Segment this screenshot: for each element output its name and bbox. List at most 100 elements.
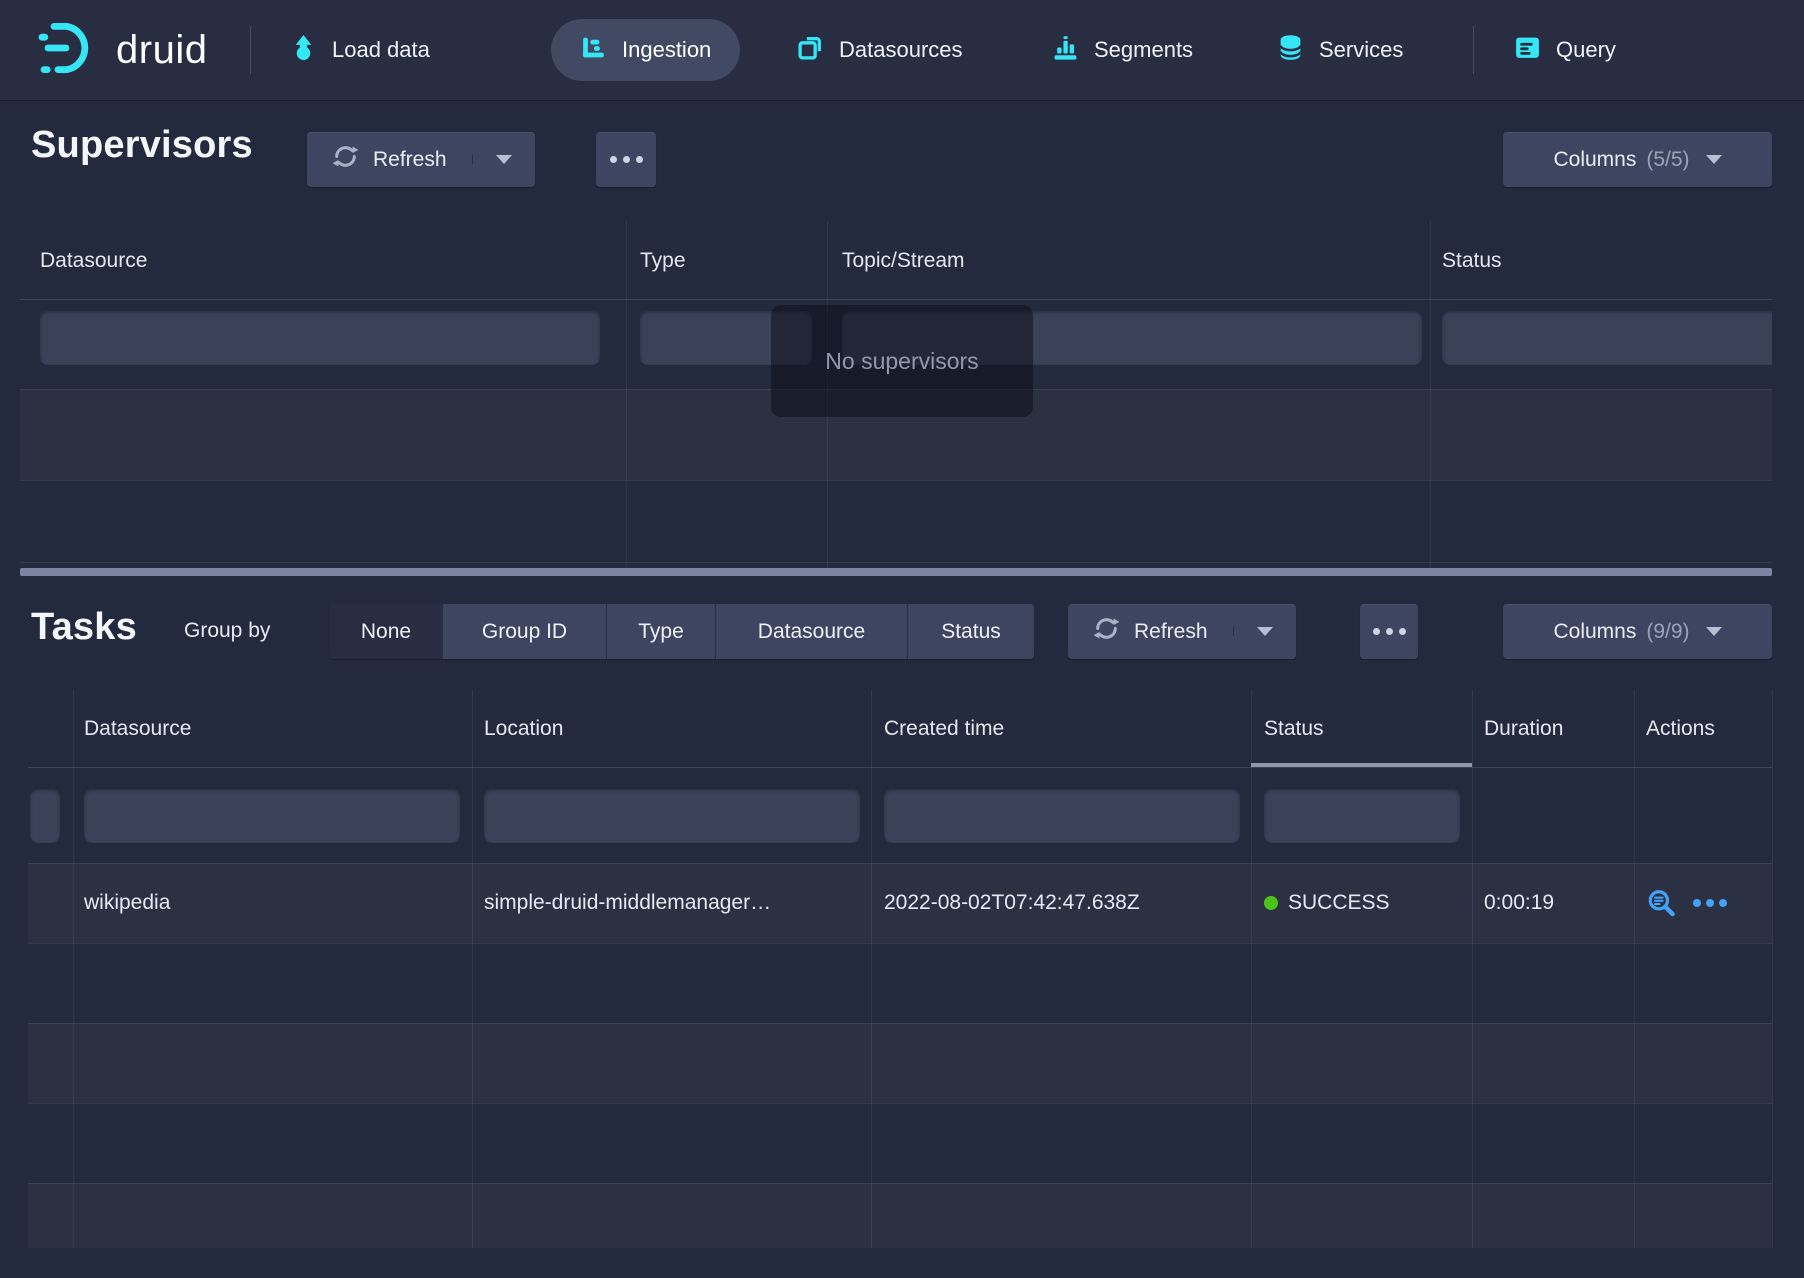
nav-query[interactable]: Query — [1514, 0, 1616, 100]
column-header-type[interactable]: Type — [640, 249, 686, 273]
column-header-status[interactable]: Status — [1442, 249, 1502, 273]
refresh-icon — [1093, 615, 1120, 648]
druid-console: druid Load data Ingestion — [0, 0, 1804, 1278]
supervisors-columns-button[interactable]: Columns (5/5) — [1503, 132, 1772, 187]
tasks-filter-datasource[interactable] — [84, 789, 460, 843]
row-divider — [28, 1023, 1772, 1024]
navbar-divider — [1473, 26, 1474, 74]
row-divider — [20, 480, 1772, 481]
column-divider — [1251, 690, 1252, 1248]
no-supervisors-message: No supervisors — [771, 305, 1033, 417]
task-cell-duration: 0:00:19 — [1484, 863, 1624, 943]
supervisors-more-button[interactable] — [596, 132, 656, 187]
tasks-filter-location[interactable] — [484, 789, 860, 843]
column-divider — [73, 690, 74, 1248]
supervisors-horizontal-scrollbar[interactable] — [20, 568, 1772, 576]
column-divider — [1472, 690, 1473, 1248]
nav-label: Services — [1319, 37, 1403, 63]
row-more-actions-icon[interactable] — [1693, 899, 1727, 907]
supervisors-refresh-split-button: Refresh — [307, 132, 535, 187]
column-header-datasource[interactable]: Datasource — [84, 717, 191, 741]
nav-label: Datasources — [839, 37, 963, 63]
nav-label: Query — [1556, 37, 1616, 63]
druid-logo[interactable]: druid — [38, 0, 207, 100]
more-icon — [610, 156, 643, 163]
chevron-down-icon — [1706, 155, 1722, 164]
tasks-refresh-button[interactable]: Refresh — [1068, 615, 1233, 648]
upload-icon — [290, 34, 317, 67]
tasks-more-button[interactable] — [1360, 604, 1418, 659]
columns-label: Columns — [1553, 148, 1636, 172]
status-text: SUCCESS — [1288, 891, 1390, 915]
column-divider — [1430, 221, 1431, 568]
supervisors-filter-status[interactable] — [1442, 311, 1772, 365]
group-by-type-button[interactable]: Type — [606, 604, 715, 659]
group-by-datasource-button[interactable]: Datasource — [715, 604, 907, 659]
view-logs-icon[interactable] — [1646, 888, 1676, 918]
column-header-topic-stream[interactable]: Topic/Stream — [842, 249, 965, 273]
nav-segments[interactable]: Segments — [1052, 0, 1193, 100]
group-by-status-button[interactable]: Status — [907, 604, 1034, 659]
datasources-icon — [797, 34, 824, 67]
more-icon — [1373, 628, 1406, 635]
row-divider — [28, 1183, 1772, 1184]
tasks-refresh-split-button: Refresh — [1068, 604, 1296, 659]
column-header-duration[interactable]: Duration — [1484, 717, 1563, 741]
columns-count: (5/5) — [1646, 148, 1689, 172]
supervisors-refresh-button[interactable]: Refresh — [307, 143, 472, 176]
segments-icon — [1052, 34, 1079, 67]
column-header-location[interactable]: Location — [484, 717, 563, 741]
task-cell-status: SUCCESS — [1264, 863, 1464, 943]
column-divider — [871, 690, 872, 1248]
column-header-datasource[interactable]: Datasource — [40, 249, 147, 273]
task-cell-location: simple-druid-middlemanager… — [484, 863, 864, 943]
supervisors-table: Datasource Type Topic/Stream Status No s… — [20, 221, 1772, 576]
task-cell-created-time: 2022-08-02T07:42:47.638Z — [884, 863, 1244, 943]
navbar-divider — [250, 26, 251, 74]
header-divider — [20, 299, 1772, 300]
table-row — [28, 1023, 1772, 1103]
nav-label: Load data — [332, 37, 430, 63]
task-cell-datasource: wikipedia — [84, 863, 460, 943]
column-header-status[interactable]: Status — [1264, 717, 1324, 741]
table-row — [28, 1183, 1772, 1248]
ingestion-icon — [580, 34, 607, 67]
group-by-button-group: None Group ID Type Datasource Status — [330, 604, 1034, 659]
tasks-filter-task-id[interactable] — [30, 789, 60, 843]
row-divider — [20, 562, 1772, 563]
refresh-label: Refresh — [1134, 620, 1208, 644]
row-divider — [28, 1103, 1772, 1104]
druid-logo-icon — [38, 20, 100, 81]
column-divider — [472, 690, 473, 1248]
tasks-title: Tasks — [31, 606, 137, 649]
tasks-filter-status[interactable] — [1264, 789, 1460, 843]
nav-datasources[interactable]: Datasources — [797, 0, 963, 100]
nav-load-data[interactable]: Load data — [290, 0, 430, 100]
column-header-actions[interactable]: Actions — [1646, 717, 1715, 741]
column-header-created-time[interactable]: Created time — [884, 717, 1004, 741]
row-divider — [28, 943, 1772, 944]
chevron-down-icon — [496, 155, 512, 164]
nav-ingestion[interactable]: Ingestion — [551, 19, 740, 81]
supervisors-refresh-dropdown-button[interactable] — [472, 155, 535, 164]
group-by-none-button[interactable]: None — [330, 604, 442, 659]
tasks-filter-created-time[interactable] — [884, 789, 1240, 843]
nav-services[interactable]: Services — [1277, 0, 1403, 100]
druid-wordmark: druid — [116, 28, 207, 73]
refresh-label: Refresh — [373, 148, 447, 172]
sort-indicator — [1251, 763, 1472, 767]
group-by-label: Group by — [184, 619, 270, 643]
tasks-refresh-dropdown-button[interactable] — [1233, 627, 1296, 636]
column-divider — [1634, 690, 1635, 1248]
tasks-columns-button[interactable]: Columns (9/9) — [1503, 604, 1772, 659]
nav-label: Segments — [1094, 37, 1193, 63]
chevron-down-icon — [1706, 627, 1722, 636]
status-success-dot — [1264, 896, 1278, 910]
navbar: druid Load data Ingestion — [0, 0, 1804, 100]
header-divider — [28, 767, 1772, 768]
group-by-group-id-button[interactable]: Group ID — [442, 604, 606, 659]
nav-label: Ingestion — [622, 37, 711, 63]
supervisors-title: Supervisors — [31, 124, 253, 167]
supervisors-filter-datasource[interactable] — [40, 311, 600, 365]
refresh-icon — [332, 143, 359, 176]
